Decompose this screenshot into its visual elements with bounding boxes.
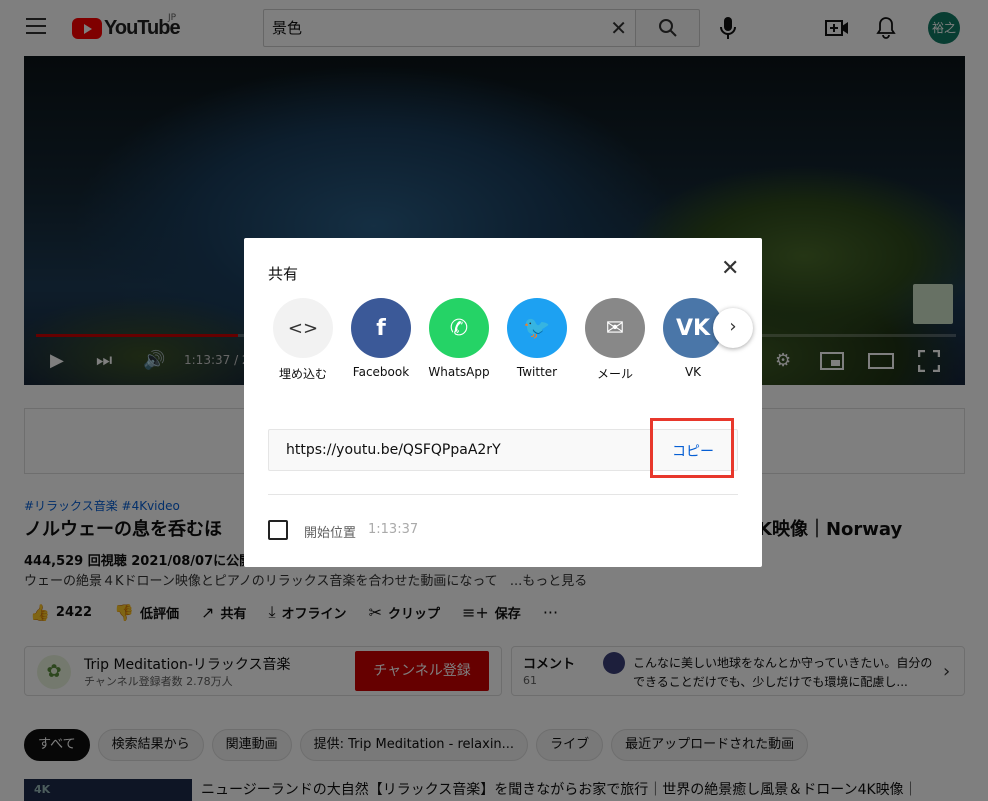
facebook-icon: f xyxy=(351,298,411,358)
close-icon[interactable]: ✕ xyxy=(721,258,739,280)
share-dialog-title: 共有 xyxy=(268,265,299,283)
share-dialog xyxy=(244,238,762,567)
share-target-label: メール xyxy=(596,367,633,381)
start-at-label: 開始位置 xyxy=(304,526,357,541)
start-at-time[interactable]: 1:13:37 xyxy=(368,522,418,537)
share-target-label: VK xyxy=(684,365,702,379)
embed-icon: <> xyxy=(273,298,333,358)
share-target-label: Twitter xyxy=(516,365,558,379)
start-at-checkbox[interactable] xyxy=(268,520,288,540)
whatsapp-icon: ✆ xyxy=(429,298,489,358)
divider xyxy=(268,494,738,495)
mail-icon: ✉ xyxy=(585,298,645,358)
share-target-twitter[interactable]: 🐦 Twitter xyxy=(507,298,567,379)
share-target-label: 埋め込む xyxy=(278,367,327,381)
share-target-vk[interactable]: VK VK xyxy=(663,298,723,379)
share-url[interactable]: https://youtu.be/QSFQPpaA2rY xyxy=(286,442,501,458)
copy-highlight-box xyxy=(650,418,734,478)
share-target-embed[interactable]: <> 埋め込む xyxy=(273,298,333,382)
share-target-facebook[interactable]: f Facebook xyxy=(351,298,411,379)
share-target-label: WhatsApp xyxy=(428,365,490,379)
twitter-icon: 🐦 xyxy=(507,298,567,358)
share-target-label: Facebook xyxy=(352,365,410,379)
share-target-mail[interactable]: ✉ メール xyxy=(585,298,645,382)
share-target-whatsapp[interactable]: ✆ WhatsApp xyxy=(428,298,490,379)
chevron-right-icon[interactable]: › xyxy=(713,308,753,348)
